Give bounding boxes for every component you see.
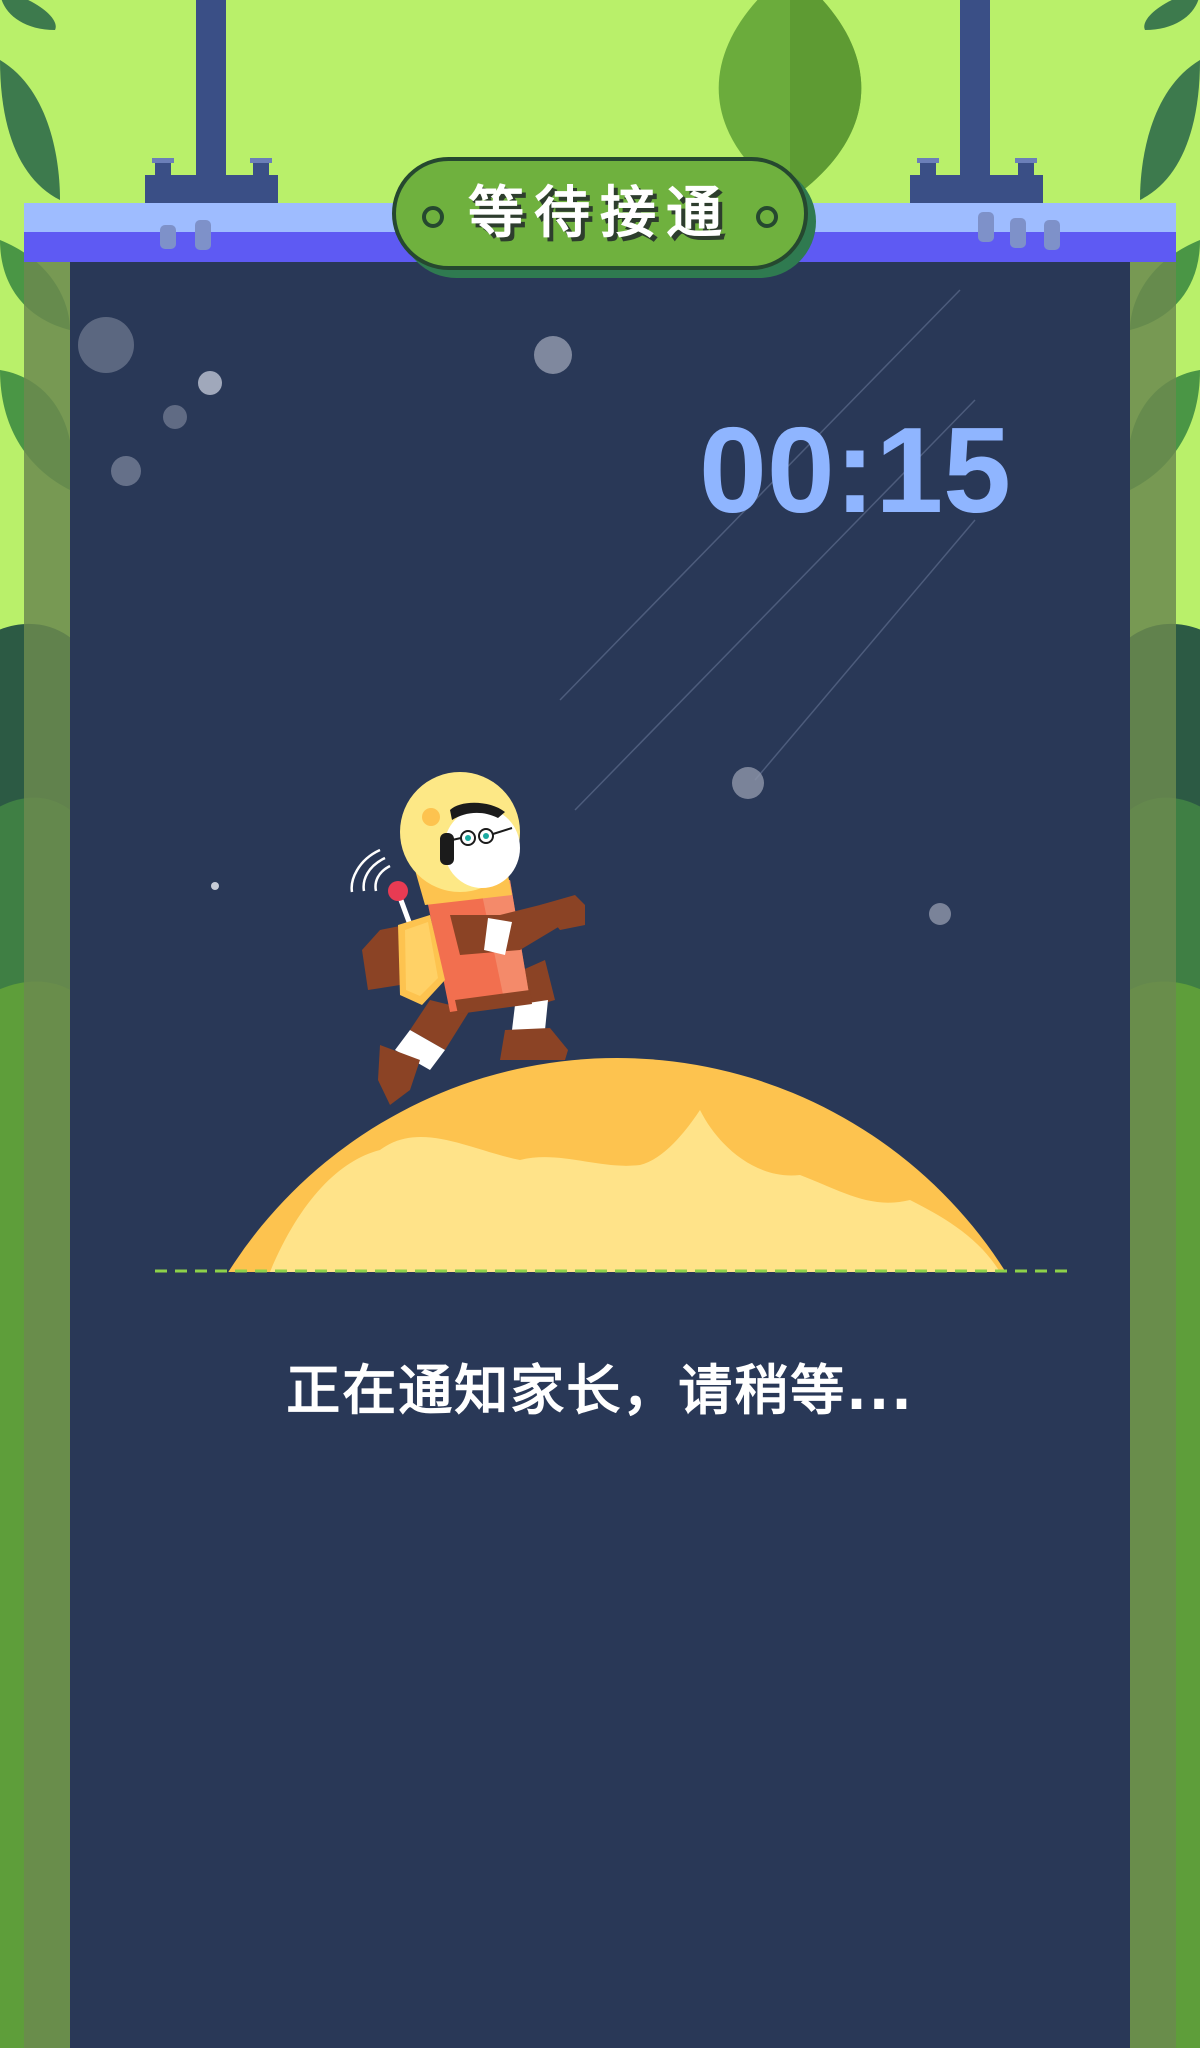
right-pole-icon — [910, 0, 1043, 205]
call-status-text: 正在通知家长，请稍等... — [286, 1359, 914, 1422]
page-title: 等待接通 — [468, 181, 732, 246]
left-pole-icon — [145, 0, 278, 205]
waiting-screen: 等待接通 00:15 正在通知家长，请稍等... — [0, 0, 1200, 2048]
header-title-pill: 等待接通 — [392, 157, 808, 270]
left-panel-border — [24, 262, 70, 2048]
right-panel-border — [1130, 262, 1176, 2048]
call-timer: 00:15 — [698, 402, 1012, 538]
pill-rivet-icon — [756, 206, 778, 228]
background-scene — [0, 0, 1200, 2048]
